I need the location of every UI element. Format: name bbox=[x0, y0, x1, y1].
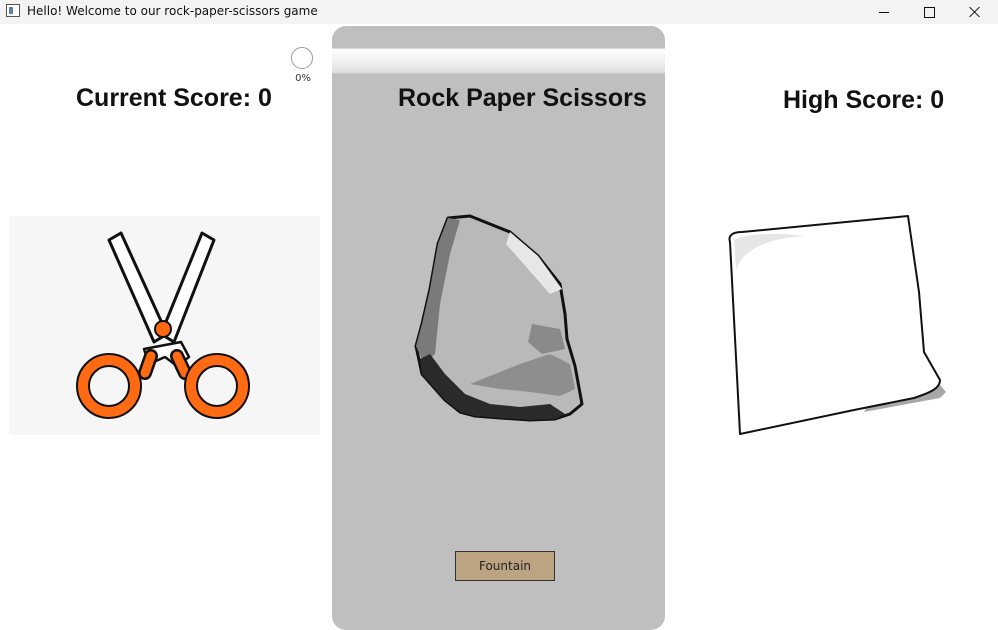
progress-percent: 0% bbox=[295, 73, 311, 84]
scissors-image bbox=[76, 231, 250, 419]
window-title: Hello! Welcome to our rock-paper-scissor… bbox=[27, 4, 318, 18]
minimize-button[interactable] bbox=[861, 0, 907, 24]
paper-note-image bbox=[728, 215, 946, 435]
panel-header-bar bbox=[332, 48, 665, 74]
progress-ring bbox=[291, 47, 313, 69]
player-choice-card bbox=[9, 216, 320, 435]
window-titlebar: Hello! Welcome to our rock-paper-scissor… bbox=[0, 0, 998, 24]
game-title: Rock Paper Scissors bbox=[398, 84, 647, 112]
current-score: Current Score: 0 bbox=[76, 84, 272, 112]
fountain-button[interactable]: Fountain bbox=[455, 551, 555, 581]
close-icon bbox=[969, 6, 981, 18]
maximize-icon bbox=[923, 6, 935, 18]
app-window-icon bbox=[6, 4, 20, 17]
minimize-icon bbox=[879, 11, 889, 13]
close-button[interactable] bbox=[952, 0, 998, 24]
maximize-button[interactable] bbox=[906, 0, 952, 24]
rock-image bbox=[414, 214, 584, 422]
high-score: High Score: 0 bbox=[783, 86, 945, 114]
game-panel: Rock Paper Scissors Fountain bbox=[332, 26, 665, 630]
